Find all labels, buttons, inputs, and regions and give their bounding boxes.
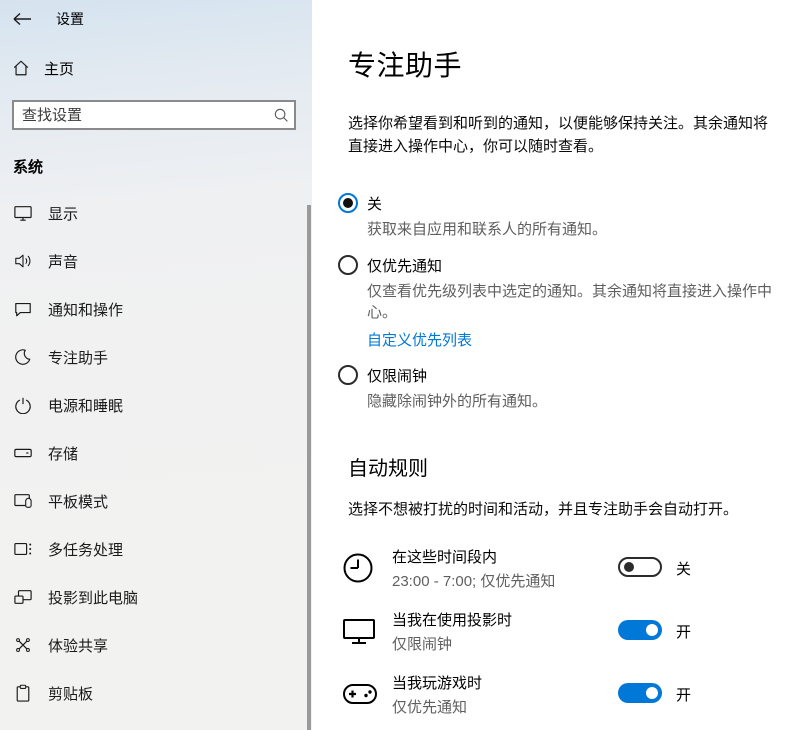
rule-during-times[interactable]: 在这些时间段内 23:00 - 7:00; 仅优先通知 关 xyxy=(348,549,779,587)
sidebar-item-power-sleep[interactable]: 电源和睡眠 xyxy=(0,381,312,429)
radio-description: 隐藏除闹钟外的所有通知。 xyxy=(367,391,779,412)
page-title: 专注助手 xyxy=(348,44,779,84)
sidebar-item-home[interactable]: 主页 xyxy=(12,56,312,80)
radio-option-priority-only: 仅优先通知 仅查看优先级列表中选定的通知。其余通知将直接进入操作中心。 自定义优… xyxy=(338,255,779,350)
radio-selected-icon[interactable] xyxy=(338,193,358,213)
sidebar-item-storage[interactable]: 存储 xyxy=(0,429,312,477)
search-input[interactable] xyxy=(14,107,268,124)
toggle-knob xyxy=(646,624,658,636)
clock-icon xyxy=(342,550,382,586)
customize-priority-list-link[interactable]: 自定义优先列表 xyxy=(367,329,472,350)
radio-label: 关 xyxy=(367,193,382,214)
radio-option-off: 关 获取来自应用和联系人的所有通知。 xyxy=(338,193,779,240)
sidebar-item-display[interactable]: 显示 xyxy=(0,189,312,237)
power-icon xyxy=(12,396,34,414)
main-content: 专注助手 选择你希望看到和听到的通知，以便能够保持关注。其余通知将直接进入操作中… xyxy=(312,0,797,730)
radio-label: 仅限闹钟 xyxy=(367,365,427,386)
multitasking-icon xyxy=(12,540,34,558)
rule-subtitle: 23:00 - 7:00; 仅优先通知 xyxy=(392,570,779,591)
notifications-icon xyxy=(12,300,34,318)
radio-label: 仅优先通知 xyxy=(367,255,442,276)
radio-description: 获取来自应用和联系人的所有通知。 xyxy=(367,219,779,240)
sidebar-item-sound[interactable]: 声音 xyxy=(0,237,312,285)
sidebar-section-system: 系统 xyxy=(13,156,312,177)
gamepad-icon xyxy=(342,676,382,712)
sidebar-item-tablet-mode[interactable]: 平板模式 xyxy=(0,477,312,525)
page-description: 选择你希望看到和听到的通知，以便能够保持关注。其余通知将直接进入操作中心，你可以… xyxy=(348,112,779,159)
sidebar-scrollbar[interactable] xyxy=(307,205,311,730)
radio-description: 仅查看优先级列表中选定的通知。其余通知将直接进入操作中心。 xyxy=(367,281,779,323)
sidebar-item-focus-assist[interactable]: 专注助手 xyxy=(0,333,312,381)
moon-icon xyxy=(12,348,34,366)
sidebar-item-label: 电源和睡眠 xyxy=(48,395,123,416)
rule-playing-game[interactable]: 当我玩游戏时 仅优先通知 开 xyxy=(348,675,779,713)
sidebar-item-notifications[interactable]: 通知和操作 xyxy=(0,285,312,333)
sidebar-item-clipboard[interactable]: 剪贴板 xyxy=(0,669,312,717)
sidebar-item-label: 多任务处理 xyxy=(48,539,123,560)
sidebar-item-label: 专注助手 xyxy=(48,347,108,368)
toggle-playing-game[interactable] xyxy=(618,683,662,703)
sidebar-item-label: 声音 xyxy=(48,251,78,272)
storage-icon xyxy=(12,447,34,459)
sidebar-item-label: 体验共享 xyxy=(48,635,108,656)
rule-duplicating-display[interactable]: 当我在使用投影时 仅限闹钟 开 xyxy=(348,612,779,650)
auto-rules-title: 自动规则 xyxy=(348,452,779,481)
rule-subtitle: 仅限闹钟 xyxy=(392,633,779,654)
toggle-during-times[interactable] xyxy=(618,557,662,577)
clipboard-icon xyxy=(12,684,34,703)
settings-window: 设置 主页 系统 显示 xyxy=(0,0,797,730)
toggle-state-label: 开 xyxy=(676,684,691,705)
toggle-duplicating-display[interactable] xyxy=(618,620,662,640)
rule-title: 当我玩游戏时 xyxy=(392,675,779,694)
shared-experiences-icon xyxy=(12,636,34,654)
projecting-icon xyxy=(12,588,34,606)
radio-alarms[interactable]: 仅限闹钟 xyxy=(338,365,779,386)
back-button[interactable] xyxy=(12,8,40,30)
monitor-icon xyxy=(342,613,382,649)
sound-icon xyxy=(12,252,34,270)
display-icon xyxy=(12,204,34,222)
rule-title: 当我在使用投影时 xyxy=(392,612,779,631)
sidebar-item-shared-experiences[interactable]: 体验共享 xyxy=(0,621,312,669)
sidebar-item-label: 平板模式 xyxy=(48,491,108,512)
auto-rules-list: 在这些时间段内 23:00 - 7:00; 仅优先通知 关 当我在使用投影时 仅… xyxy=(348,549,779,730)
titlebar: 设置 xyxy=(0,0,312,28)
toggle-knob xyxy=(646,687,658,699)
home-label: 主页 xyxy=(44,58,74,79)
radio-unselected-icon[interactable] xyxy=(338,255,358,275)
rule-title: 在这些时间段内 xyxy=(392,549,779,568)
back-arrow-icon xyxy=(12,12,40,26)
search-icon[interactable] xyxy=(268,107,294,123)
sidebar-item-label: 显示 xyxy=(48,203,78,224)
home-icon xyxy=(12,59,30,77)
sidebar: 设置 主页 系统 显示 xyxy=(0,0,312,730)
tablet-icon xyxy=(12,492,34,510)
sidebar-nav: 显示 声音 通知和操作 专注助手 xyxy=(0,189,312,717)
toggle-state-label: 关 xyxy=(676,558,691,579)
radio-unselected-icon[interactable] xyxy=(338,365,358,385)
rule-subtitle: 仅优先通知 xyxy=(392,696,779,717)
toggle-knob xyxy=(624,562,634,572)
radio-option-alarms-only: 仅限闹钟 隐藏除闹钟外的所有通知。 xyxy=(338,365,779,412)
sidebar-item-multitasking[interactable]: 多任务处理 xyxy=(0,525,312,573)
notification-mode-radio-group: 关 获取来自应用和联系人的所有通知。 仅优先通知 仅查看优先级列表中选定的通知。… xyxy=(338,193,779,412)
sidebar-item-projecting[interactable]: 投影到此电脑 xyxy=(0,573,312,621)
radio-off[interactable]: 关 xyxy=(338,193,779,214)
search-box xyxy=(12,100,296,130)
sidebar-item-label: 存储 xyxy=(48,443,78,464)
toggle-state-label: 开 xyxy=(676,621,691,642)
sidebar-item-label: 投影到此电脑 xyxy=(48,587,138,608)
auto-rules-description: 选择不想被打扰的时间和活动，并且专注助手会自动打开。 xyxy=(348,498,779,519)
sidebar-item-label: 通知和操作 xyxy=(48,299,123,320)
window-title: 设置 xyxy=(56,9,84,29)
radio-priority[interactable]: 仅优先通知 xyxy=(338,255,779,276)
sidebar-item-label: 剪贴板 xyxy=(48,683,93,704)
